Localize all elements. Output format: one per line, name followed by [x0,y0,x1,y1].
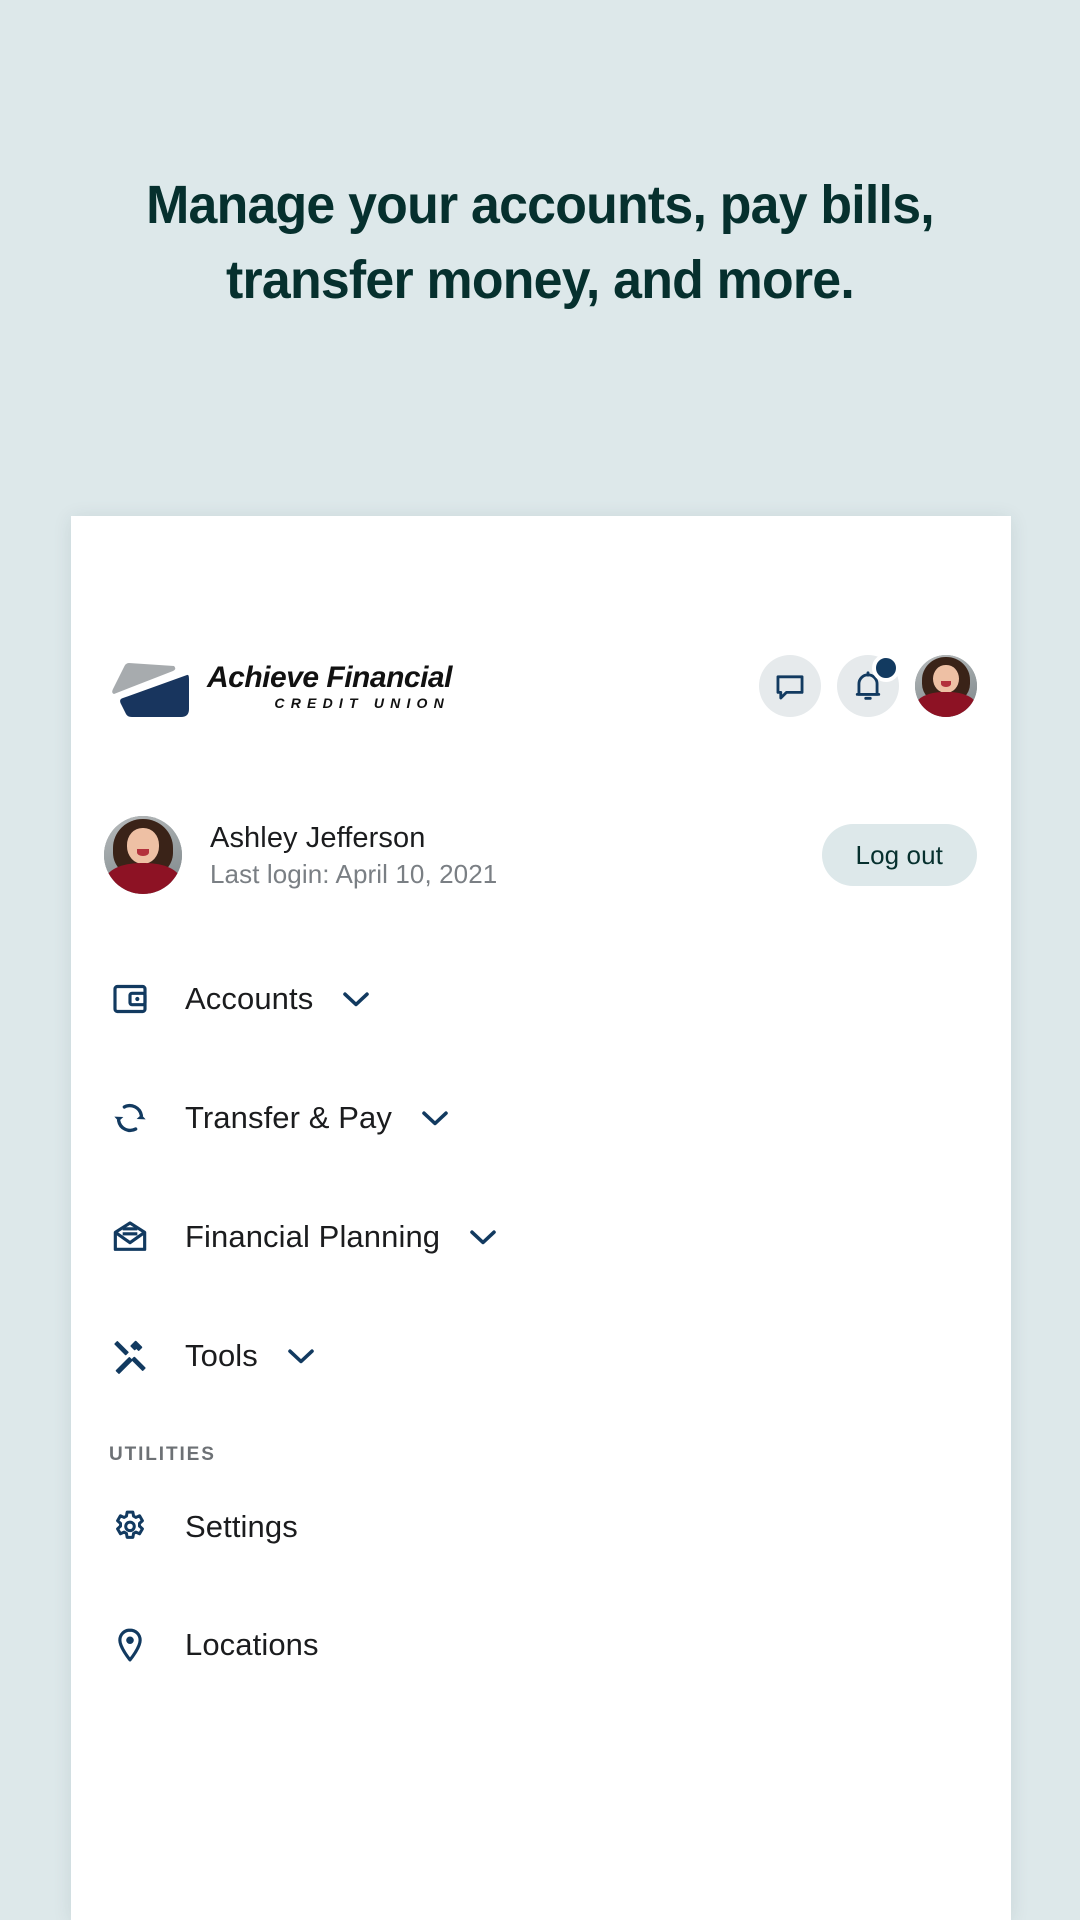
header-actions [759,654,977,717]
notifications-button[interactable] [837,654,900,717]
sidebar-nav: Accounts Transfer & Pay Financial Planni… [71,968,1011,1732]
avatar-smile [137,848,149,856]
sidebar-item-label: Accounts [185,981,314,1016]
sidebar-item-label: Tools [185,1338,258,1373]
page-headline: Manage your accounts, pay bills, transfe… [60,168,1020,318]
chat-bubble-icon [776,675,804,700]
achieve-financial-logo-mark [112,663,189,717]
sync-arrows-icon [107,1095,153,1141]
gear-icon [107,1504,153,1550]
notification-badge-dot [872,654,900,682]
chevron-down-icon[interactable] [339,988,373,1010]
wallet-icon [107,976,153,1022]
messages-button[interactable] [759,655,821,717]
chevron-down-icon[interactable] [418,1107,452,1129]
open-envelope-icon [107,1214,153,1260]
sidebar-item-accounts[interactable]: Accounts [107,968,975,1030]
profile-avatar-button[interactable] [915,655,977,717]
user-meta: Ashley Jefferson Last login: April 10, 2… [210,822,497,888]
sidebar-item-label: Locations [185,1627,319,1662]
sidebar-item-label: Financial Planning [185,1219,441,1254]
sidebar-item-transfer-and-pay[interactable]: Transfer & Pay [107,1087,975,1149]
headline-line-2: transfer money, and more. [225,250,855,310]
app-preview-card: Achieve Financial CREDIT UNION Ashley Je… [71,516,1011,1920]
user-avatar[interactable] [104,816,182,894]
card-header: Achieve Financial CREDIT UNION [71,646,1011,726]
headline-line-1: Manage your accounts, pay bills, [146,175,935,235]
utilities-section-title: UTILITIES [109,1444,216,1465]
brand-subtitle: CREDIT UNION [274,695,450,711]
sidebar-item-label: Transfer & Pay [185,1100,392,1135]
sidebar-item-label: Settings [185,1509,298,1544]
sidebar-item-financial-planning[interactable]: Financial Planning [107,1206,975,1268]
last-login-text: Last login: April 10, 2021 [210,859,498,889]
sidebar-item-settings[interactable]: Settings [107,1496,975,1558]
chevron-down-icon[interactable] [284,1345,318,1367]
brand-text: Achieve Financial CREDIT UNION [207,660,452,712]
map-pin-icon [107,1622,153,1668]
avatar-smile [941,681,951,687]
chevron-down-icon[interactable] [466,1226,500,1248]
user-name: Ashley Jefferson [210,822,426,854]
sidebar-item-locations[interactable]: Locations [107,1614,975,1676]
avatar-body [105,862,181,894]
sidebar-item-tools[interactable]: Tools [107,1325,975,1387]
hammer-screwdriver-icon [107,1333,153,1379]
user-summary-row: Ashley Jefferson Last login: April 10, 2… [71,810,1011,900]
avatar-body [916,692,976,717]
brand-name: Achieve Financial [207,661,452,694]
log-out-button[interactable]: Log out [821,824,977,886]
brand-logo[interactable]: Achieve Financial CREDIT UNION [109,653,452,719]
